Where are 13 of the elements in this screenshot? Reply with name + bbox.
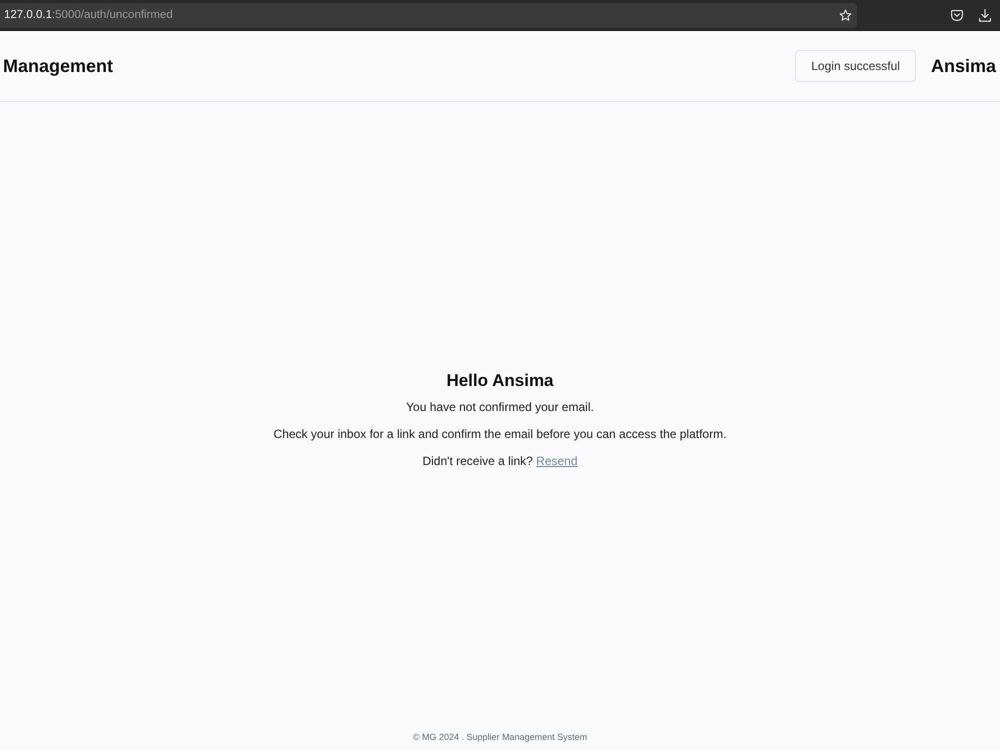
message-text: Check your inbox for a link and confirm the email before you can access the platform.	[274, 427, 726, 442]
login-notice: Login successful	[795, 50, 916, 82]
url-text: 127.0.0.1:5000/auth/unconfirmed	[4, 9, 173, 21]
greeting-heading: Hello Ansima	[446, 371, 554, 391]
brand-title[interactable]: Management	[3, 56, 114, 76]
pocket-icon[interactable]	[951, 10, 963, 20]
user-name[interactable]: Ansima	[930, 56, 996, 76]
star-icon[interactable]	[839, 8, 852, 22]
footer-text: © MG 2024 . Supplier Management System	[412, 732, 588, 744]
address-bar[interactable]: 127.0.0.1:5000/auth/unconfirmed	[0, 2, 857, 28]
download-icon[interactable]	[979, 8, 991, 22]
message-text: You have not confirmed your email.	[406, 400, 594, 415]
resend-prompt: Didn't receive a link? Resend	[422, 454, 578, 469]
